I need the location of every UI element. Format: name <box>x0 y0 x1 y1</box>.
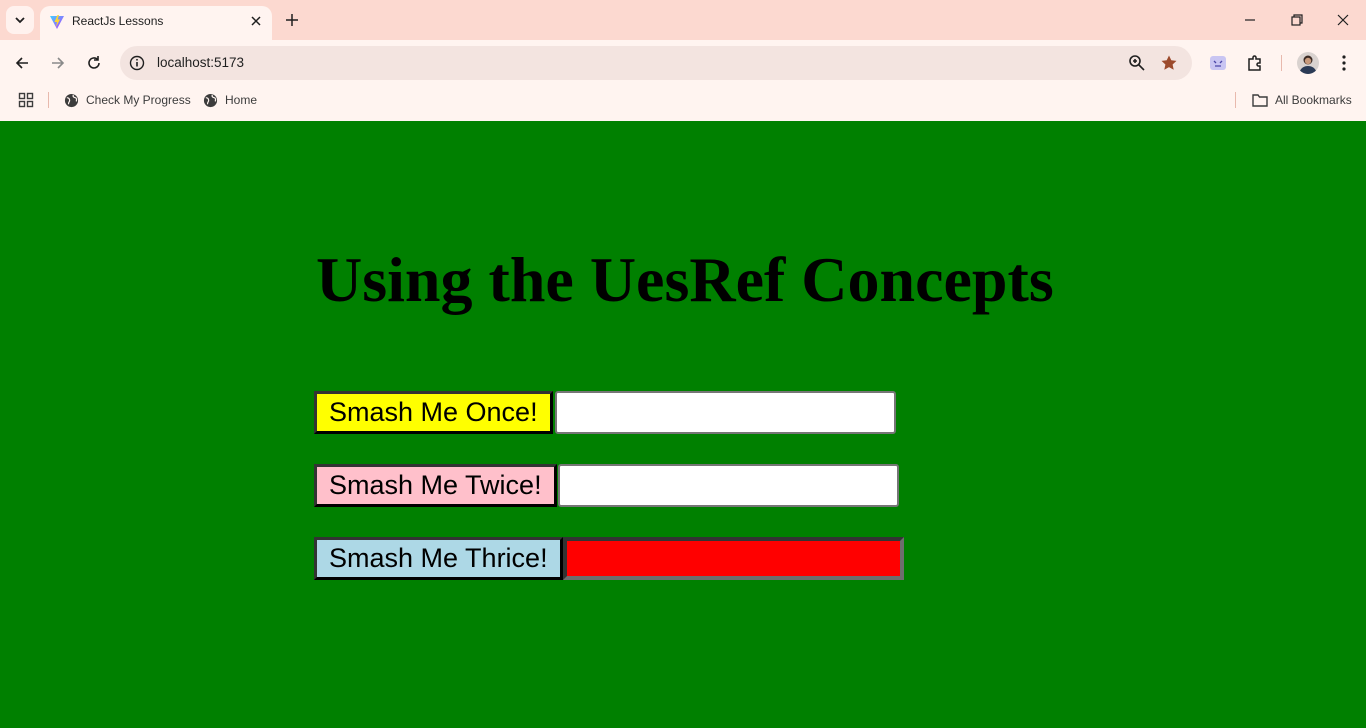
menu-button[interactable] <box>1333 52 1355 74</box>
new-tab-button[interactable] <box>280 8 304 32</box>
smash-twice-button[interactable]: Smash Me Twice! <box>314 464 557 507</box>
chevron-down-icon <box>15 17 25 24</box>
vite-logo-icon <box>50 15 64 29</box>
restore-icon <box>1291 14 1303 26</box>
reload-icon <box>88 56 100 69</box>
smash-thrice-input[interactable] <box>562 537 904 580</box>
folder-icon <box>1252 94 1268 107</box>
apps-grid-icon[interactable] <box>18 92 34 108</box>
smash-row-thrice: Smash Me Thrice! <box>314 537 904 580</box>
bookmarks-bar: Check My Progress Home All Bookmarks <box>0 86 1366 121</box>
tab-search-button[interactable] <box>6 6 34 34</box>
close-window-button[interactable] <box>1329 8 1357 32</box>
minimize-icon <box>1245 19 1255 21</box>
forward-button[interactable] <box>44 49 72 77</box>
bookmark-star-icon[interactable] <box>1160 54 1178 72</box>
bookmark-label: Check My Progress <box>86 93 191 107</box>
zoom-icon[interactable] <box>1128 54 1146 72</box>
restore-button[interactable] <box>1283 8 1311 32</box>
toolbar-separator <box>1281 55 1282 71</box>
extension-app-button[interactable] <box>1207 52 1229 74</box>
reload-button[interactable] <box>80 49 108 77</box>
minimize-button[interactable] <box>1236 8 1264 32</box>
all-bookmarks-button[interactable]: All Bookmarks <box>1252 92 1352 108</box>
globe-icon <box>64 93 79 107</box>
close-icon <box>251 16 261 26</box>
plus-icon <box>286 14 298 26</box>
back-button[interactable] <box>8 49 36 77</box>
smash-twice-input[interactable] <box>557 464 899 507</box>
page-content: Using the UesRef Concepts Smash Me Once!… <box>0 121 1366 728</box>
smash-thrice-button[interactable]: Smash Me Thrice! <box>314 537 563 580</box>
puzzle-icon <box>1248 55 1261 71</box>
browser-tab[interactable]: ReactJs Lessons <box>40 6 272 40</box>
site-info-icon[interactable] <box>129 55 145 71</box>
all-bookmarks-label: All Bookmarks <box>1275 93 1352 107</box>
bookmarks-separator <box>48 92 49 108</box>
bookmarks-separator <box>1235 92 1236 108</box>
extensions-button[interactable] <box>1244 52 1266 74</box>
browser-toolbar: localhost:5173 <box>0 40 1366 86</box>
address-bar[interactable]: localhost:5173 <box>120 46 1192 80</box>
url-text[interactable]: localhost:5173 <box>157 55 244 70</box>
smash-row-once: Smash Me Once! <box>314 391 896 434</box>
extension-app-icon <box>1210 56 1226 70</box>
page-heading: Using the UesRef Concepts <box>316 244 1054 315</box>
smash-once-input[interactable] <box>554 391 896 434</box>
tab-title: ReactJs Lessons <box>72 14 164 28</box>
kebab-menu-icon <box>1342 55 1346 71</box>
globe-icon <box>203 93 218 107</box>
close-icon <box>1337 14 1349 26</box>
close-tab-button[interactable] <box>246 11 266 31</box>
tab-strip: ReactJs Lessons <box>0 0 1366 40</box>
arrow-left-icon <box>15 57 28 69</box>
avatar-icon <box>1299 55 1317 74</box>
arrow-right-icon <box>52 57 65 69</box>
bookmark-home[interactable]: Home <box>203 92 257 108</box>
bookmark-label: Home <box>225 93 258 107</box>
smash-row-twice: Smash Me Twice! <box>314 464 899 507</box>
profile-avatar[interactable] <box>1297 52 1319 74</box>
smash-once-button[interactable]: Smash Me Once! <box>314 391 553 434</box>
bookmark-check-my-progress[interactable]: Check My Progress <box>64 92 191 108</box>
